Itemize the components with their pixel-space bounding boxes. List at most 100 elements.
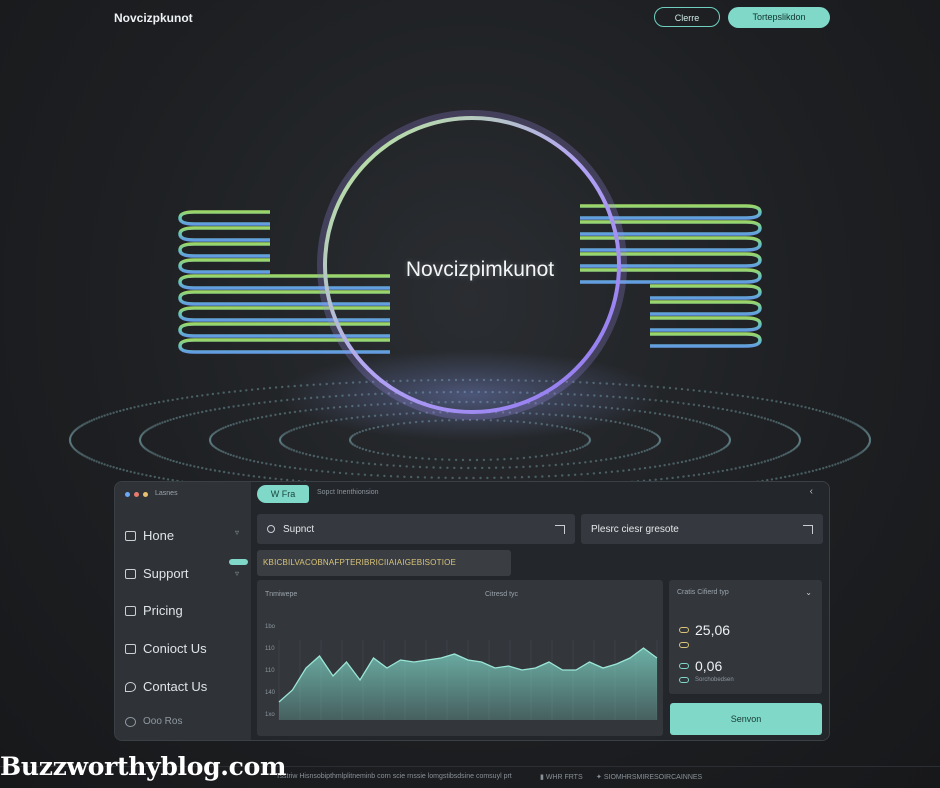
dot-mark [178, 415, 182, 419]
dot-mark [269, 463, 272, 466]
stats-card: Cratis Cifierd typ ⌄ 25,06 0,06 Sorchobe… [669, 580, 822, 694]
secondary-input-value: Plesrc ciesr gresote [591, 523, 679, 535]
dot-mark [705, 454, 708, 457]
dot-mark [500, 476, 503, 479]
dot-mark [268, 477, 272, 480]
dot-mark [788, 402, 791, 406]
footer-social[interactable]: ✦ SIOMHRSMIRESOIRCAINNES [596, 773, 702, 781]
window-dot-icon[interactable] [143, 492, 148, 497]
dot-mark [834, 463, 837, 466]
dot-mark [757, 462, 760, 465]
dot-mark [692, 458, 695, 461]
dot-mark [458, 476, 461, 480]
coil-loop [178, 226, 270, 242]
sidebar-footer[interactable]: Ooo Ros [125, 716, 182, 727]
dot-mark [308, 453, 312, 457]
search-input[interactable]: Supnct [257, 514, 575, 544]
dot-mark [508, 466, 511, 469]
dot-mark [708, 423, 711, 427]
footer-social-label: SIOMHRSMIRESOIRCAINNES [603, 774, 703, 781]
dot-mark [295, 427, 298, 430]
dot-mark [274, 400, 277, 403]
dot-mark [554, 474, 557, 478]
dot-mark [560, 451, 564, 455]
dot-mark [626, 423, 630, 426]
dot-mark [715, 391, 718, 394]
coil-loop [650, 316, 762, 332]
sidebar-item-home[interactable]: Hone [125, 528, 174, 543]
sidebar-item-contact[interactable]: Conioct Us [125, 641, 207, 656]
dot-mark [573, 473, 577, 476]
dot-mark [137, 405, 140, 408]
dot-mark [122, 468, 125, 472]
dot-mark [263, 401, 266, 404]
dot-mark [468, 458, 472, 462]
dot-mark [258, 475, 261, 479]
dot-mark [112, 411, 115, 414]
dot-mark [728, 437, 732, 441]
dot-mark [235, 455, 238, 458]
dot-mark [158, 422, 162, 425]
dot-mark [227, 406, 230, 409]
dot-mark [676, 401, 680, 404]
dot-mark [515, 465, 518, 469]
dropdown-icon[interactable]: ⌄ [805, 588, 812, 597]
dot-mark [149, 402, 152, 406]
dot-mark [356, 445, 359, 448]
dot-mark [560, 463, 564, 466]
dot-mark [831, 413, 834, 416]
expand-icon[interactable] [555, 524, 565, 534]
dot-mark [340, 459, 343, 462]
dot-mark [185, 414, 189, 417]
dot-mark [692, 389, 695, 392]
dot-mark [849, 420, 852, 423]
dot-mark [263, 476, 266, 479]
dot-mark [756, 397, 759, 400]
dot-mark [609, 457, 613, 460]
brand-logo[interactable]: Novcizpkunot [114, 11, 193, 25]
dot-mark [316, 422, 320, 425]
expand-icon[interactable] [803, 524, 813, 534]
tab-active[interactable]: W Fra [257, 485, 309, 503]
chevron-icon[interactable]: ▿ [235, 528, 239, 537]
dot-mark [527, 475, 530, 479]
secondary-input[interactable]: Plesrc ciesr gresote [581, 514, 823, 544]
dot-mark [356, 432, 359, 435]
dot-mark [503, 458, 506, 461]
left-coils [178, 210, 390, 354]
footer-links[interactable]: ▮ WHR FRTS [540, 773, 583, 781]
dot-mark [507, 476, 510, 479]
dot-mark [421, 457, 424, 460]
window-dot-icon[interactable] [134, 492, 139, 497]
primary-button[interactable]: Tortepslikdon [728, 7, 830, 28]
dot-mark [535, 465, 538, 468]
dot-mark [779, 401, 783, 404]
dot-mark [312, 454, 316, 458]
sidebar-item-pricing[interactable]: Pricing [125, 603, 183, 618]
search-value: Supnct [283, 523, 315, 535]
sidebar-item-support[interactable]: Support [125, 566, 189, 581]
dot-mark [178, 461, 182, 465]
sidebar-item-contact-us[interactable]: Contact Us [125, 679, 207, 694]
submit-button[interactable]: Senvon [670, 703, 822, 735]
dot-mark [702, 455, 705, 458]
dot-mark [736, 394, 739, 397]
dot-mark [301, 425, 305, 428]
dot-mark [141, 404, 144, 407]
dot-mark [241, 457, 245, 460]
close-icon[interactable]: ‹ [810, 486, 813, 497]
dot-mark [770, 399, 774, 402]
dot-mark [197, 466, 200, 469]
dot-mark [189, 413, 192, 416]
outline-button[interactable]: Clerre [654, 7, 720, 27]
dot-mark [410, 475, 413, 479]
dot-mark [775, 400, 778, 403]
dot-mark [316, 455, 320, 458]
window-dot-icon[interactable] [125, 492, 130, 497]
footer-link-label: WHR FRTS [545, 774, 583, 781]
dot-mark [798, 437, 802, 441]
chevron-icon[interactable]: ▿ [235, 569, 239, 578]
dot-mark [405, 465, 408, 468]
dot-mark [753, 414, 757, 417]
dot-mark [224, 425, 227, 429]
